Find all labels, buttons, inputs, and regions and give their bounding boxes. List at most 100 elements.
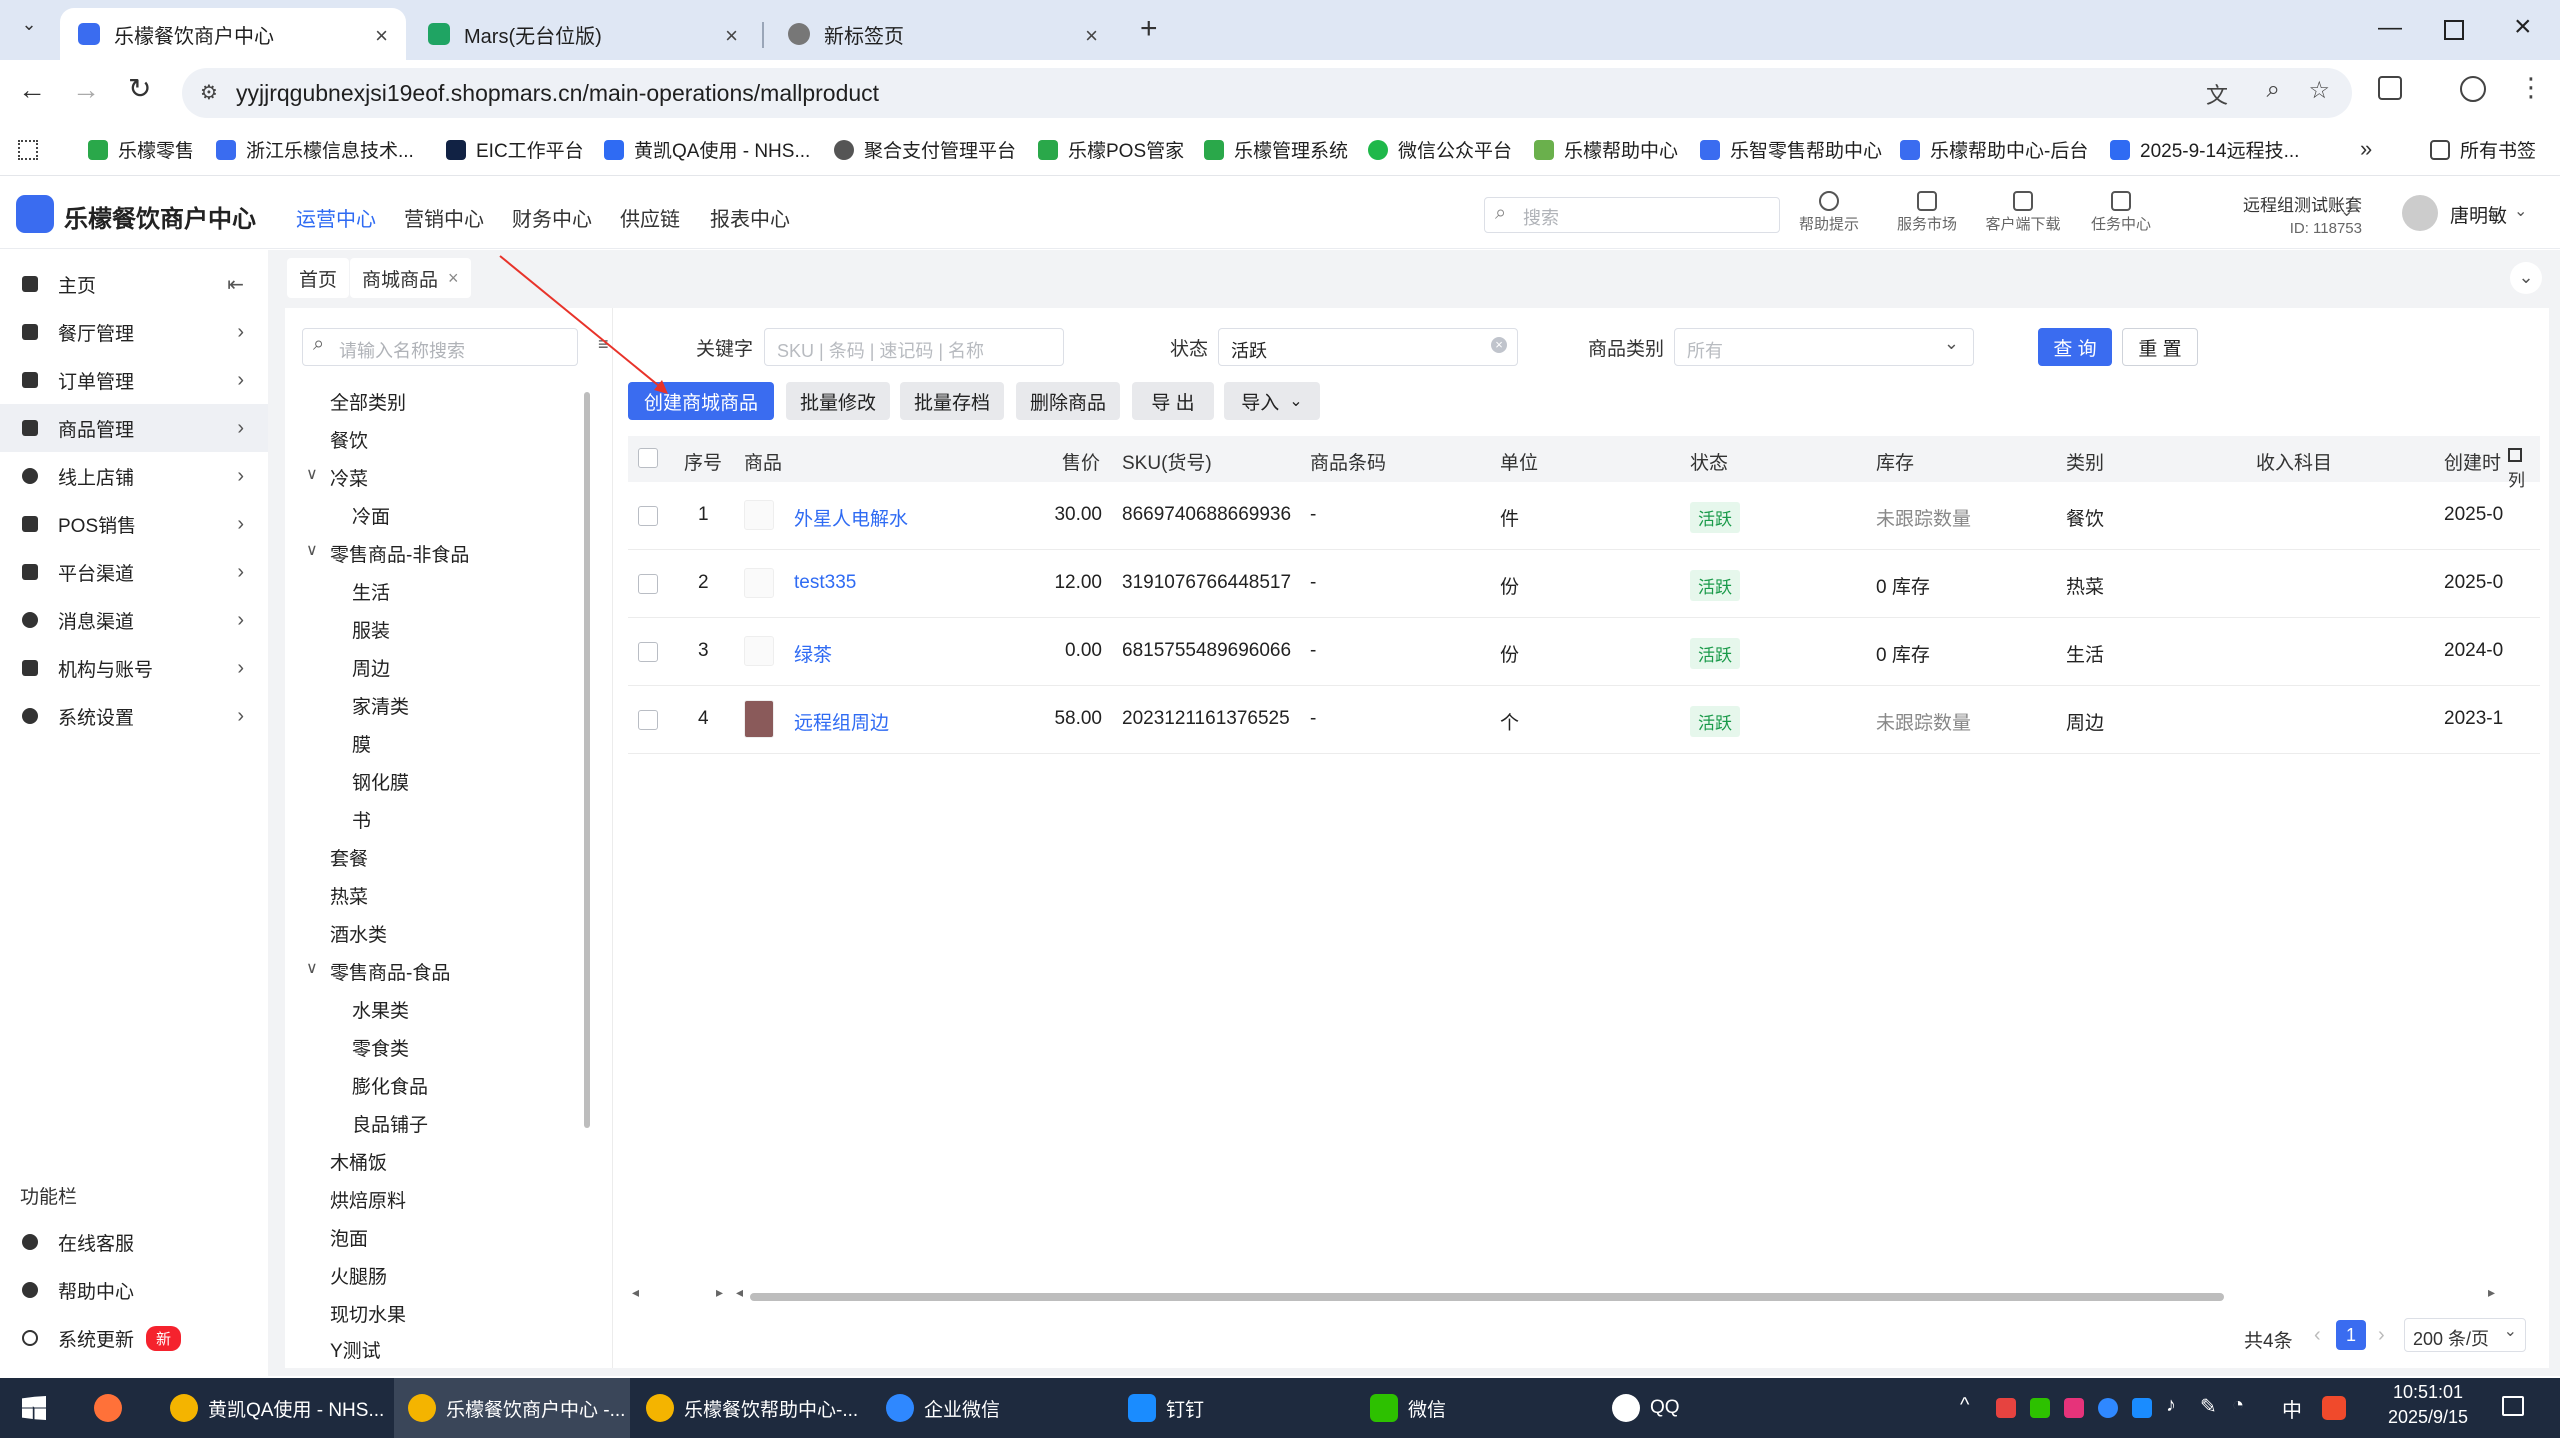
next-page-icon[interactable]: › bbox=[2378, 1324, 2385, 1347]
tree-node[interactable]: 冷菜 bbox=[330, 464, 368, 491]
chevron-down-icon[interactable]: ∨ bbox=[306, 464, 318, 484]
tray-expand-icon[interactable]: ^ bbox=[1960, 1394, 1969, 1417]
scroll-left-icon[interactable]: ◂ bbox=[736, 1284, 743, 1301]
bookmark-item[interactable]: 聚合支付管理平台 bbox=[834, 136, 1016, 163]
taskbar-item[interactable]: 微信 bbox=[1356, 1378, 1592, 1438]
close-icon[interactable]: × bbox=[725, 23, 738, 49]
windows-start-icon[interactable] bbox=[22, 1396, 46, 1420]
taskbar-item[interactable]: 黄凯QA使用 - NHS... bbox=[156, 1378, 392, 1438]
client-download-button[interactable]: 客户端下载 bbox=[1978, 191, 2068, 234]
table-row[interactable]: 1 外星人电解水 30.00 8669740688669936 - 件 活跃 未… bbox=[628, 482, 2540, 550]
sidebar-item-platform[interactable]: 平台渠道 › bbox=[0, 548, 268, 596]
product-name-link[interactable]: 外星人电解水 bbox=[794, 504, 908, 531]
bookmark-item[interactable]: 乐智零售帮助中心 bbox=[1700, 136, 1882, 163]
table-row[interactable]: 3 绿茶 0.00 6815755489696066 - 份 活跃 0 库存 生… bbox=[628, 618, 2540, 686]
tabs-dropdown-icon[interactable]: ⌄ bbox=[2510, 262, 2542, 294]
status-select[interactable]: 活跃 × bbox=[1218, 328, 1518, 366]
browser-tab-merchant-center[interactable]: 乐檬餐饮商户中心 × bbox=[60, 8, 406, 60]
new-tab-button[interactable]: + bbox=[1140, 12, 1158, 46]
tree-scrollbar[interactable] bbox=[584, 392, 590, 1128]
page-number-current[interactable]: 1 bbox=[2336, 1320, 2366, 1350]
tree-node[interactable]: 膜 bbox=[352, 730, 371, 757]
site-info-icon[interactable]: ⚙ bbox=[200, 80, 218, 105]
service-market-button[interactable]: 服务市场 bbox=[1882, 191, 1972, 234]
extensions-icon[interactable] bbox=[2378, 76, 2402, 100]
sidebar-item-orders[interactable]: 订单管理 › bbox=[0, 356, 268, 404]
tree-node[interactable]: 服装 bbox=[352, 616, 390, 643]
row-checkbox[interactable] bbox=[638, 506, 658, 526]
sidebar-item-online-store[interactable]: 线上店铺 › bbox=[0, 452, 268, 500]
tree-node[interactable]: 餐饮 bbox=[330, 426, 368, 453]
sidebar-item-messages[interactable]: 消息渠道 › bbox=[0, 596, 268, 644]
tray-app-icon[interactable] bbox=[1996, 1398, 2016, 1418]
browser-tab-newtab[interactable]: 新标签页 × bbox=[770, 8, 1116, 60]
delete-product-button[interactable]: 删除商品 bbox=[1016, 382, 1120, 420]
header-search-input[interactable]: ⌕ 搜索 bbox=[1484, 197, 1780, 233]
bookmark-item[interactable]: 乐檬零售 bbox=[88, 136, 194, 163]
chevron-down-icon[interactable]: ∨ bbox=[306, 540, 318, 560]
bookmark-item[interactable]: 乐檬帮助中心-后台 bbox=[1900, 136, 2088, 163]
sidebar-help-center[interactable]: 帮助中心 bbox=[0, 1266, 268, 1314]
nav-finance[interactable]: 财务中心 bbox=[512, 203, 592, 232]
minimize-icon[interactable]: — bbox=[2378, 14, 2402, 42]
sidebar-item-pos[interactable]: POS销售 › bbox=[0, 500, 268, 548]
tree-node[interactable]: 水果类 bbox=[352, 996, 409, 1023]
avatar[interactable] bbox=[2402, 195, 2438, 231]
product-name-link[interactable]: 远程组周边 bbox=[794, 708, 889, 735]
tray-dingtalk-icon[interactable] bbox=[2132, 1398, 2152, 1418]
task-center-button[interactable]: 任务中心 bbox=[2076, 191, 2166, 234]
nav-supply-chain[interactable]: 供应链 bbox=[620, 203, 680, 232]
apps-grid-icon[interactable] bbox=[18, 140, 38, 160]
sogou-icon[interactable] bbox=[2322, 1396, 2346, 1420]
tree-node[interactable]: 现切水果 bbox=[330, 1300, 406, 1327]
table-row[interactable]: 4 远程组周边 58.00 2023121161376525 - 个 活跃 未跟… bbox=[628, 686, 2540, 754]
tree-node[interactable]: 冷面 bbox=[352, 502, 390, 529]
sidebar-item-restaurant[interactable]: 餐厅管理 › bbox=[0, 308, 268, 356]
table-row[interactable]: 2 test335 12.00 3191076766448517 - 份 活跃 … bbox=[628, 550, 2540, 618]
profile-icon[interactable] bbox=[2460, 76, 2486, 102]
query-button[interactable]: 查 询 bbox=[2038, 328, 2112, 366]
clear-icon[interactable]: × bbox=[1491, 337, 1507, 353]
column-settings-icon[interactable] bbox=[2508, 448, 2522, 462]
keyword-input[interactable]: SKU | 条码 | 速记码 | 名称 bbox=[764, 328, 1064, 366]
bookmark-item[interactable]: 乐檬POS管家 bbox=[1038, 136, 1184, 163]
scroll-right-icon[interactable]: ▸ bbox=[2488, 1284, 2495, 1301]
select-all-checkbox[interactable] bbox=[638, 448, 658, 468]
restore-icon[interactable] bbox=[2444, 20, 2464, 40]
back-icon[interactable]: ← bbox=[18, 74, 46, 106]
address-bar[interactable]: ⚙ yyjjrqgubnexjsi19eof.shopmars.cn/main-… bbox=[182, 68, 2352, 118]
category-select[interactable]: 所有 ⌄ bbox=[1674, 328, 1974, 366]
sidebar-system-update[interactable]: 系统更新新 bbox=[0, 1314, 268, 1362]
ime-indicator[interactable]: 中 bbox=[2282, 1394, 2302, 1423]
taskbar-item[interactable]: 钉钉 bbox=[1114, 1378, 1350, 1438]
notification-icon[interactable] bbox=[2502, 1396, 2524, 1416]
translate-icon[interactable]: 文 bbox=[2206, 78, 2228, 110]
close-icon[interactable]: × bbox=[448, 268, 459, 289]
bookmark-item[interactable]: EIC工作平台 bbox=[446, 136, 584, 163]
taskbar-item[interactable]: 企业微信 bbox=[872, 1378, 1108, 1438]
tree-node[interactable]: 膨化食品 bbox=[352, 1072, 428, 1099]
close-icon[interactable]: × bbox=[375, 23, 388, 49]
tree-node[interactable]: 木桶饭 bbox=[330, 1148, 387, 1175]
batch-archive-button[interactable]: 批量存档 bbox=[900, 382, 1004, 420]
page-size-select[interactable]: 200 条/页 ⌄ bbox=[2404, 1318, 2526, 1352]
close-icon[interactable]: × bbox=[1085, 23, 1098, 49]
pen-icon[interactable]: ✎ bbox=[2200, 1394, 2217, 1419]
reload-icon[interactable]: ↻ bbox=[128, 72, 151, 105]
reset-button[interactable]: 重 置 bbox=[2122, 328, 2198, 366]
bookmark-item[interactable]: 黄凯QA使用 - NHS... bbox=[604, 136, 810, 163]
import-dropdown-button[interactable]: 导入 ⌄ bbox=[1224, 382, 1320, 420]
sidebar-item-products[interactable]: 商品管理 › bbox=[0, 404, 268, 452]
browser-tab-mars[interactable]: Mars(无台位版) × bbox=[410, 8, 756, 60]
tree-node[interactable]: 周边 bbox=[352, 654, 390, 681]
nav-operations[interactable]: 运营中心 bbox=[296, 203, 376, 232]
scroll-left-icon[interactable]: ◂ bbox=[632, 1284, 639, 1301]
sidebar-item-settings[interactable]: 系统设置 › bbox=[0, 692, 268, 740]
bookmark-item[interactable]: 浙江乐檬信息技术... bbox=[216, 136, 414, 163]
zoom-icon[interactable]: ⌕ bbox=[2267, 76, 2280, 104]
row-checkbox[interactable] bbox=[638, 710, 658, 730]
prev-page-icon[interactable]: ‹ bbox=[2314, 1324, 2321, 1347]
forward-icon[interactable]: → bbox=[72, 74, 100, 106]
tree-node[interactable]: 家清类 bbox=[352, 692, 409, 719]
nav-reports[interactable]: 报表中心 bbox=[710, 203, 790, 232]
